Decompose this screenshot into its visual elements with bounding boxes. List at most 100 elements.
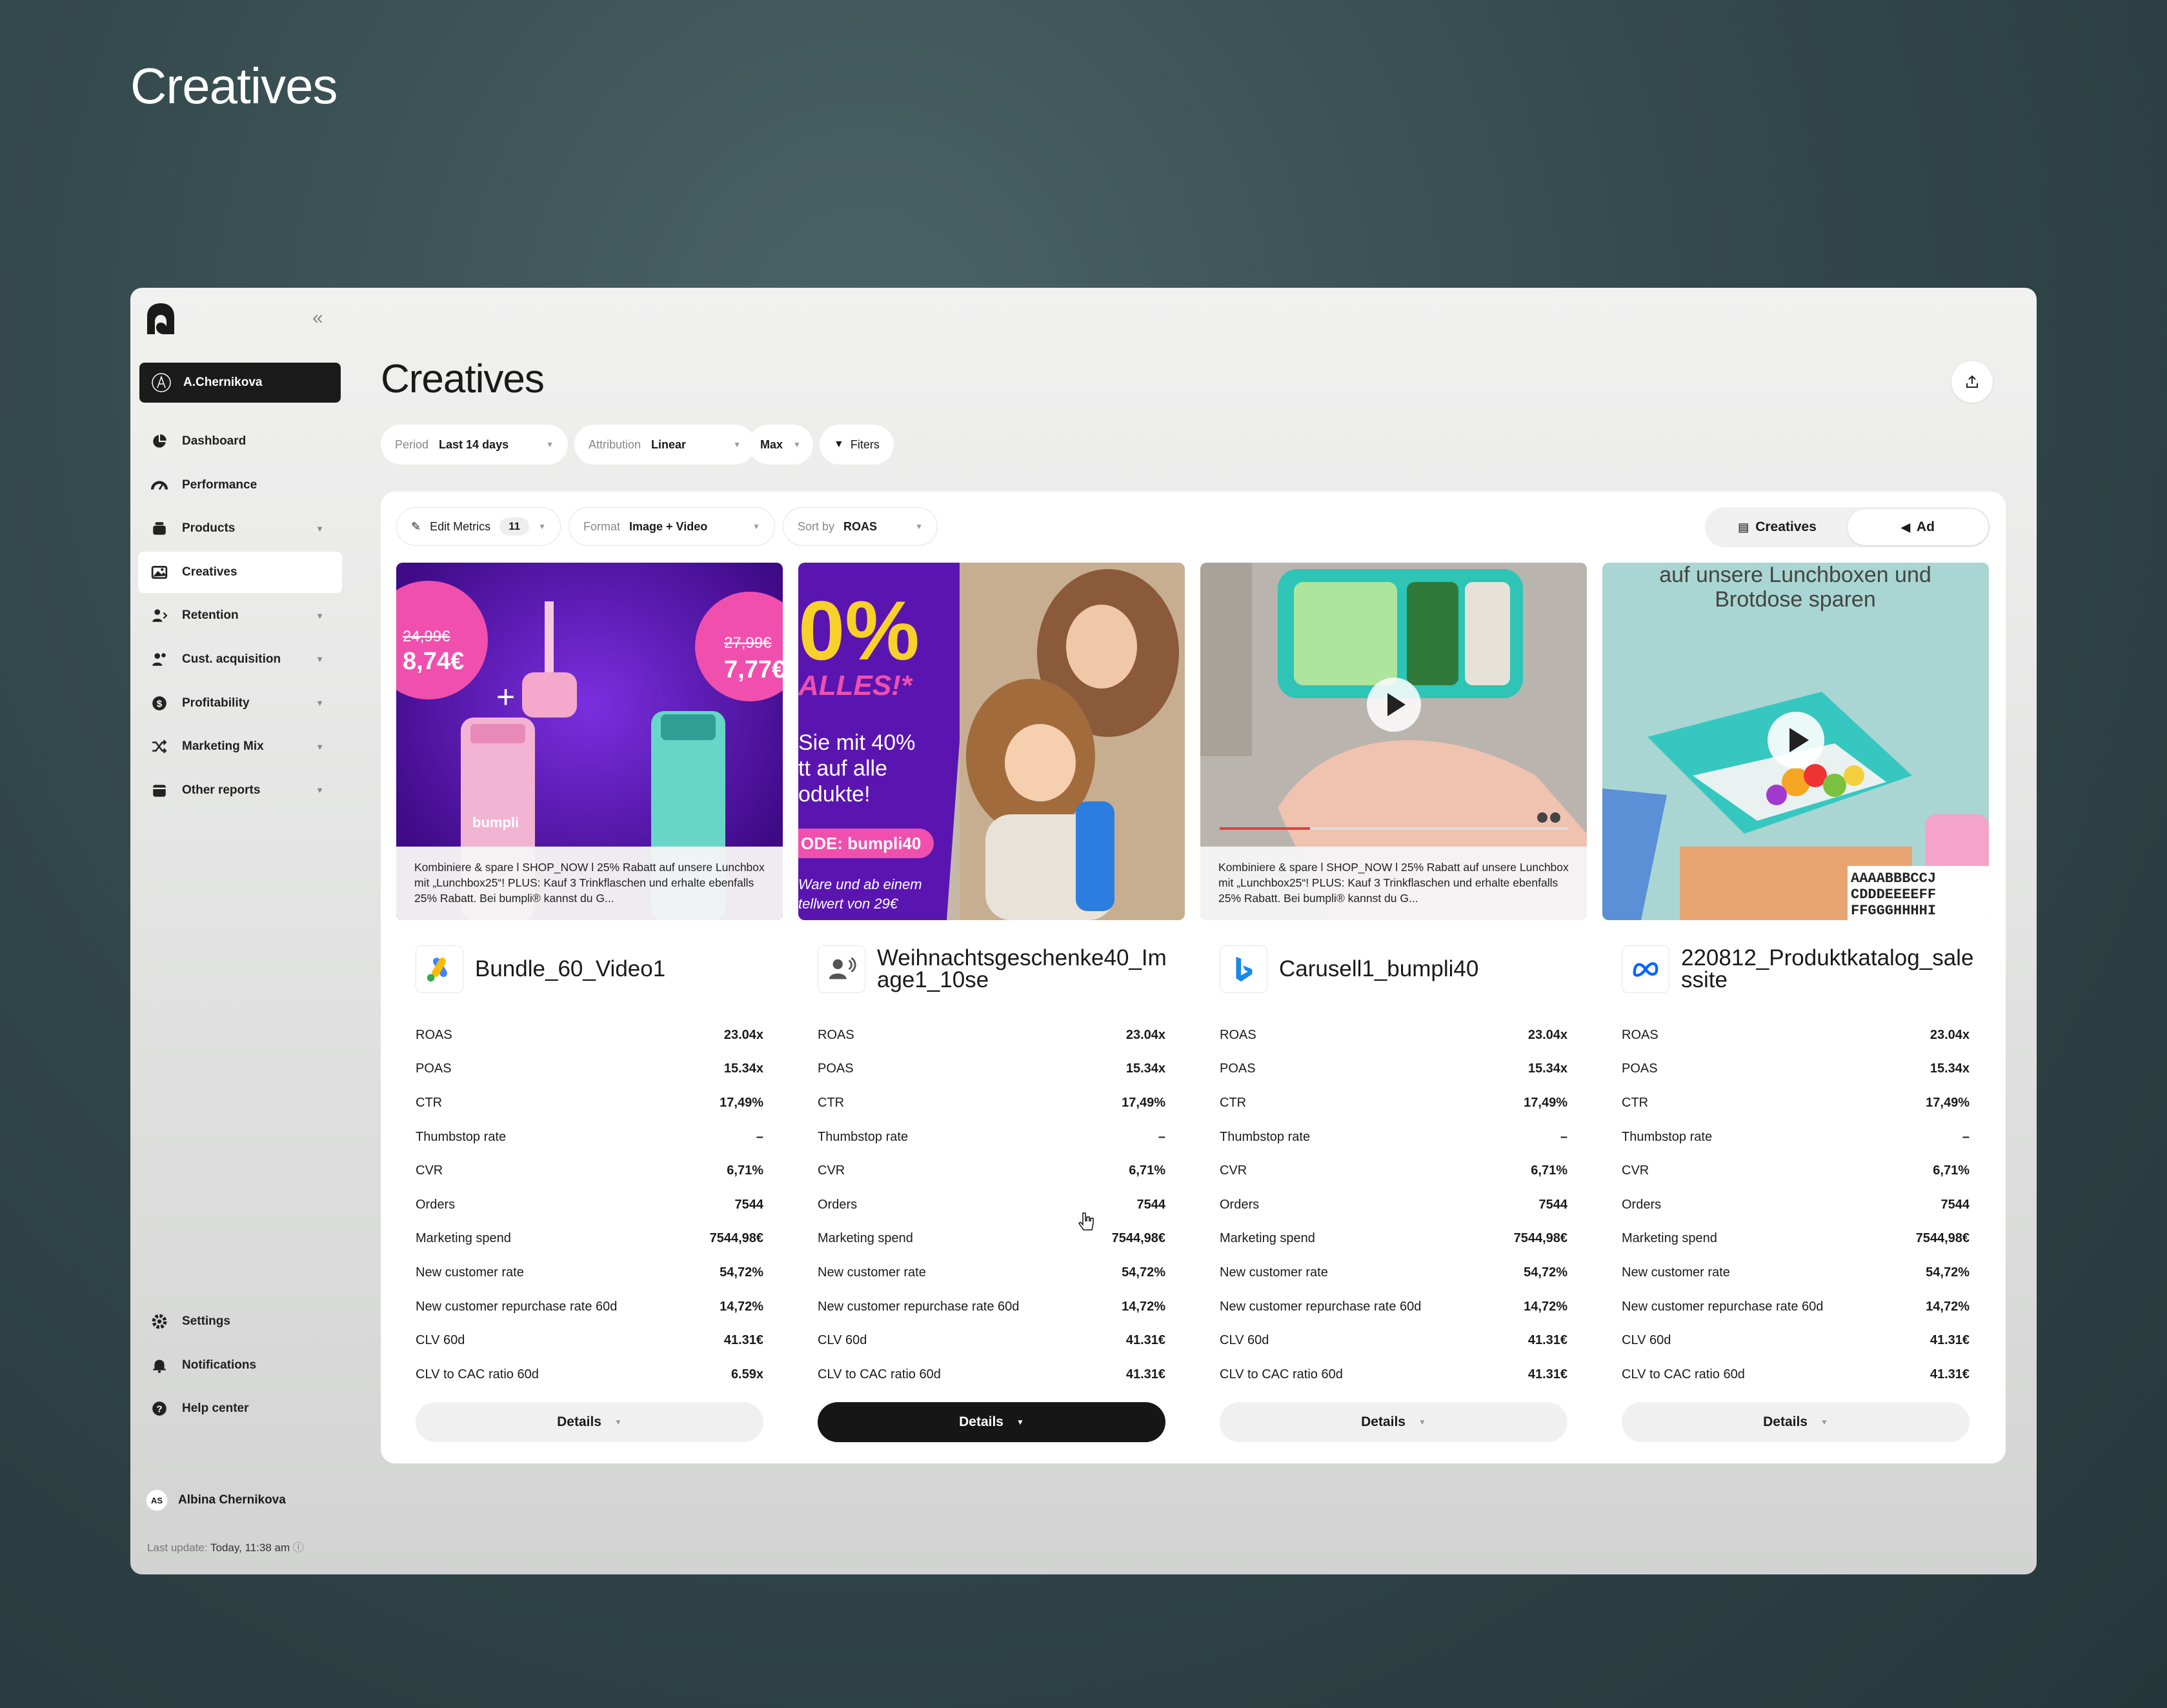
view-creatives-tab[interactable]: ▤ Creatives <box>1707 509 1848 545</box>
gauge-icon <box>150 476 169 495</box>
sidebar-item-other-reports[interactable]: Other reports ▼ <box>138 770 342 811</box>
metric-row: CVR 6,71% <box>1622 1154 1970 1188</box>
export-button[interactable] <box>1951 361 1993 403</box>
metric-value: 7544,98€ <box>709 1231 763 1246</box>
chevron-down-icon: ▼ <box>316 741 324 752</box>
chevron-down-icon: ▼ <box>316 610 324 621</box>
creative-thumbnail[interactable]: 0% ALLES!* Sie mit 40% tt auf alle odukt… <box>798 563 1185 920</box>
edit-metrics-button[interactable]: ✎ Edit Metrics 11 ▼ <box>396 507 561 546</box>
max-filter[interactable]: Max ▼ <box>749 425 813 465</box>
promo-foot-1: Ware und ab einem <box>798 876 922 892</box>
format-select[interactable]: Format Image + Video ▼ <box>569 507 775 546</box>
sidebar-item-label: Dashboard <box>182 434 247 448</box>
metric-row: POAS 15.34x <box>818 1052 1165 1087</box>
filters-button[interactable]: ▼ Fiters <box>820 425 894 465</box>
user-profile[interactable]: AS Albina Chernikova <box>146 1489 286 1511</box>
metric-label: New customer rate <box>1622 1265 1730 1280</box>
view-ad-label: Ad <box>1916 519 1935 534</box>
creative-card[interactable]: 0% ALLES!* Sie mit 40% tt auf alle odukt… <box>798 563 1185 1442</box>
workspace-selector[interactable]: A.Chernikova <box>139 363 341 403</box>
details-button[interactable]: Details ▼ <box>416 1402 763 1442</box>
metric-value: 14,72% <box>720 1299 763 1314</box>
metric-value: 14,72% <box>1524 1299 1567 1314</box>
metric-label: POAS <box>416 1061 452 1076</box>
metric-label: CVR <box>416 1163 443 1178</box>
creative-card[interactable]: 24,99€ 8,74€ 27,99€ 7,77€ + bumpli Kombi… <box>396 563 783 1442</box>
sidebar-item-settings[interactable]: Settings <box>138 1301 342 1342</box>
metrics-list: ROAS 23.04x POAS 15.34x CTR 17,49% Thumbstop r… <box>416 1018 763 1392</box>
app-logo[interactable] <box>145 302 177 336</box>
sidebar-item-profitability[interactable]: $ Profitability ▼ <box>138 683 342 724</box>
metric-value: – <box>1560 1129 1567 1144</box>
sidebar-item-performance[interactable]: Performance <box>138 465 342 506</box>
details-button[interactable]: Details ▼ <box>818 1402 1165 1442</box>
metric-row: New customer repurchase rate 60d 14,72% <box>818 1290 1165 1324</box>
metric-row: CLV 60d 41.31€ <box>1622 1323 1970 1358</box>
metric-label: Orders <box>1622 1197 1662 1212</box>
details-button[interactable]: Details ▼ <box>1622 1402 1970 1442</box>
creatives-panel: ✎ Edit Metrics 11 ▼ Format Image + Video… <box>381 492 2006 1463</box>
metric-label: ROAS <box>416 1027 452 1042</box>
details-label: Details <box>1361 1414 1406 1429</box>
metric-label: CLV to CAC ratio 60d <box>818 1367 941 1381</box>
collapse-sidebar-icon[interactable]: « <box>312 307 323 329</box>
metric-row: Marketing spend 7544,98€ <box>416 1222 763 1256</box>
metric-row: CLV 60d 41.31€ <box>1220 1323 1567 1358</box>
metric-row: POAS 15.34x <box>1622 1052 1970 1087</box>
metric-value: 6,71% <box>1129 1163 1165 1178</box>
sidebar-item-dashboard[interactable]: Dashboard <box>138 421 342 462</box>
sidebar-item-marketing-mix[interactable]: Marketing Mix ▼ <box>138 726 342 767</box>
metric-label: New customer repurchase rate 60d <box>416 1299 618 1314</box>
metric-row: Orders 7544 <box>1220 1188 1567 1222</box>
chevron-down-icon: ▼ <box>538 522 546 531</box>
metric-value: 7544,98€ <box>1915 1231 1970 1246</box>
sidebar-item-help-center[interactable]: ? Help center <box>138 1388 342 1429</box>
workspace-name: A.Chernikova <box>183 376 263 389</box>
sidebar-item-creatives[interactable]: Creatives <box>138 551 342 593</box>
funnel-icon: ▼ <box>834 439 844 450</box>
metric-value: 17,49% <box>1926 1095 1970 1110</box>
sidebar-item-retention[interactable]: Retention ▼ <box>138 595 342 636</box>
metric-label: POAS <box>1622 1061 1658 1076</box>
details-label: Details <box>959 1414 1003 1429</box>
filter-bar: Period Last 14 days ▼ Attribution Linear… <box>381 425 894 465</box>
metric-row: CVR 6,71% <box>1220 1154 1567 1188</box>
metrics-count-badge: 11 <box>499 517 530 536</box>
metric-row: Marketing spend 7544,98€ <box>1622 1222 1970 1256</box>
sidebar-item-cust-acquisition[interactable]: Cust. acquisition ▼ <box>138 639 342 680</box>
details-button[interactable]: Details ▼ <box>1220 1402 1567 1442</box>
metric-label: Marketing spend <box>818 1231 913 1246</box>
creative-thumbnail[interactable]: 24,99€ 8,74€ 27,99€ 7,77€ + bumpli Kombi… <box>396 563 783 920</box>
info-icon[interactable]: ⓘ <box>293 1542 304 1554</box>
metric-row: POAS 15.34x <box>1220 1052 1567 1087</box>
creative-card[interactable]: Kombiniere & spare l SHOP_NOW l 25% Raba… <box>1200 563 1587 1442</box>
metric-value: 23.04x <box>723 1027 763 1042</box>
sidebar-item-label: Cust. acquisition <box>182 652 281 666</box>
creative-card[interactable]: auf unsere Lunchboxen und Brotdose spare… <box>1602 563 1989 1442</box>
chevron-down-icon: ▼ <box>793 440 801 449</box>
view-ad-tab[interactable]: ◀ Ad <box>1848 509 1988 545</box>
sidebar-bottom-nav: Settings Notifications? Help center <box>138 1301 342 1432</box>
metric-row: CVR 6,71% <box>416 1154 763 1188</box>
sidebar-item-products[interactable]: Products ▼ <box>138 508 342 549</box>
metric-row: New customer rate 54,72% <box>416 1256 763 1290</box>
letters-row-2: CDDDEEEEFF <box>1851 887 1936 903</box>
sort-select[interactable]: Sort by ROAS ▼ <box>783 507 938 546</box>
metric-row: CLV to CAC ratio 60d 41.31€ <box>1622 1358 1970 1392</box>
creative-name: Carusell1_bumpli40 <box>1279 956 1479 981</box>
attribution-filter[interactable]: Attribution Linear ▼ <box>574 425 755 465</box>
creative-thumbnail[interactable]: Kombiniere & spare l SHOP_NOW l 25% Raba… <box>1200 563 1587 920</box>
old-price-2: 27,99€ <box>724 634 772 652</box>
sidebar-item-notifications[interactable]: Notifications <box>138 1345 342 1386</box>
metric-label: Thumbstop rate <box>1622 1129 1713 1144</box>
ad-text-line-2: Brotdose sparen <box>1715 587 1876 612</box>
metric-value: 17,49% <box>1122 1095 1165 1110</box>
metric-label: New customer repurchase rate 60d <box>1622 1299 1824 1314</box>
metric-label: Orders <box>1220 1197 1260 1212</box>
creative-thumbnail[interactable]: auf unsere Lunchboxen und Brotdose spare… <box>1602 563 1989 920</box>
period-filter[interactable]: Period Last 14 days ▼ <box>381 425 568 465</box>
metric-value: 41.31€ <box>1527 1367 1567 1381</box>
sidebar-item-label: Profitability <box>182 696 250 710</box>
chevron-down-icon: ▼ <box>316 654 324 665</box>
metric-label: CVR <box>1220 1163 1247 1178</box>
